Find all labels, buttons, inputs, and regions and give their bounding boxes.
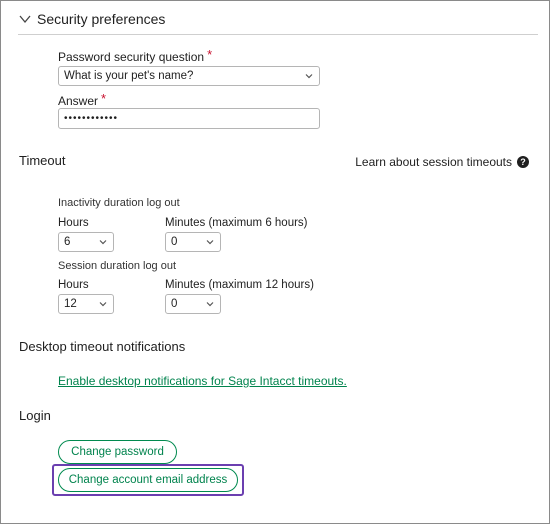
answer-input[interactable]: ••••••••••••	[58, 108, 320, 129]
timeout-title: Timeout	[19, 153, 66, 168]
section-divider	[18, 34, 538, 35]
inactivity-label: Inactivity duration log out	[58, 197, 180, 209]
security-question-label: Password security question *	[58, 47, 213, 64]
session-hours-select[interactable]: 12	[58, 294, 114, 314]
inactivity-hours-value: 6	[64, 236, 71, 248]
security-question-select[interactable]: What is your pet's name?	[58, 66, 320, 86]
inactivity-hours-label: Hours	[58, 217, 89, 229]
section-title: Security preferences	[37, 11, 166, 27]
chevron-down-icon	[206, 240, 214, 245]
change-email-button[interactable]: Change account email address	[58, 468, 238, 492]
inactivity-minutes-label: Minutes (maximum 6 hours)	[165, 217, 308, 229]
chevron-down-icon	[99, 240, 107, 245]
enable-desktop-notifications-link[interactable]: Enable desktop notifications for Sage In…	[58, 374, 347, 388]
chevron-down-icon	[206, 302, 214, 307]
session-timeouts-help-link[interactable]: Learn about session timeouts ?	[355, 155, 529, 169]
chevron-down-icon	[99, 302, 107, 307]
required-indicator: *	[101, 91, 107, 106]
help-link-text: Learn about session timeouts	[355, 155, 512, 169]
session-minutes-value: 0	[171, 298, 178, 310]
login-title: Login	[19, 408, 51, 423]
session-hours-value: 12	[64, 298, 77, 310]
security-preferences-header[interactable]: Security preferences	[18, 11, 165, 27]
session-minutes-select[interactable]: 0	[165, 294, 221, 314]
required-indicator: *	[207, 47, 213, 62]
desktop-notifications-title: Desktop timeout notifications	[19, 339, 186, 354]
help-icon: ?	[517, 156, 529, 168]
security-question-value: What is your pet's name?	[64, 70, 194, 82]
chevron-down-icon	[305, 74, 313, 79]
chevron-down-icon	[19, 15, 31, 24]
inactivity-hours-select[interactable]: 6	[58, 232, 114, 252]
session-hours-label: Hours	[58, 279, 89, 291]
session-minutes-label: Minutes (maximum 12 hours)	[165, 279, 314, 291]
session-label: Session duration log out	[58, 260, 177, 272]
change-password-button[interactable]: Change password	[58, 440, 177, 464]
inactivity-minutes-select[interactable]: 0	[165, 232, 221, 252]
inactivity-minutes-value: 0	[171, 236, 178, 248]
answer-label: Answer *	[58, 91, 107, 108]
